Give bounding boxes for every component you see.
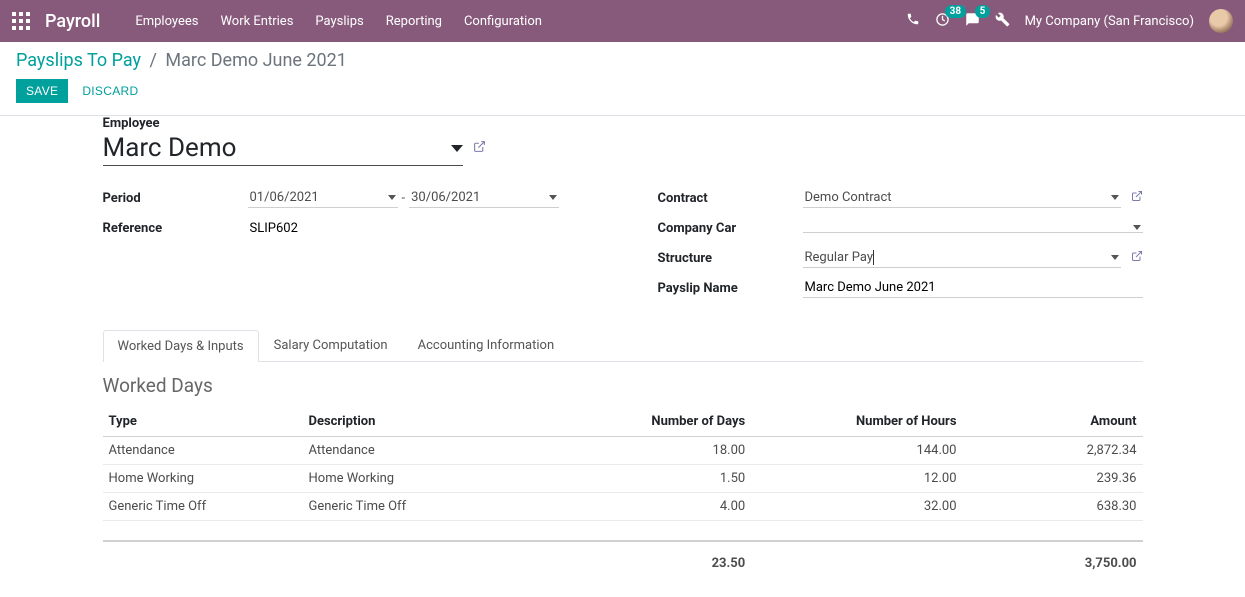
app-brand[interactable]: Payroll <box>45 11 100 32</box>
chevron-down-icon <box>1133 225 1141 230</box>
table-row[interactable]: Home Working Home Working 1.50 12.00 239… <box>103 465 1143 493</box>
period-label: Period <box>103 191 248 206</box>
nav-item-reporting[interactable]: Reporting <box>386 14 442 29</box>
chevron-down-icon <box>549 195 557 200</box>
total-days: 23.50 <box>553 541 752 577</box>
nav-item-payslips[interactable]: Payslips <box>315 14 363 29</box>
navbar: Payroll Employees Work Entries Payslips … <box>0 0 1245 42</box>
reference-field[interactable] <box>248 219 588 238</box>
col-description: Description <box>303 407 553 437</box>
employee-field[interactable]: Marc Demo <box>103 131 463 166</box>
table-row[interactable]: Attendance Attendance 18.00 144.00 2,872… <box>103 437 1143 465</box>
external-link-icon[interactable] <box>473 140 486 157</box>
nav-menu: Employees Work Entries Payslips Reportin… <box>135 14 542 29</box>
contract-label: Contract <box>658 191 803 206</box>
period-to-value: 30/06/2021 <box>411 190 480 205</box>
chevron-down-icon <box>451 145 463 152</box>
table-total-row: 23.50 3,750.00 <box>103 541 1143 577</box>
chevron-down-icon <box>388 195 396 200</box>
worked-days-table: Type Description Number of Days Number o… <box>103 407 1143 577</box>
contract-field[interactable]: Demo Contract <box>803 188 1121 208</box>
discard-button[interactable]: DISCARD <box>72 79 148 103</box>
company-switcher[interactable]: My Company (San Francisco) <box>1025 14 1194 29</box>
total-amount: 3,750.00 <box>963 541 1143 577</box>
save-button[interactable]: SAVE <box>16 79 68 103</box>
messages-badge: 5 <box>975 5 991 18</box>
tabs: Worked Days & Inputs Salary Computation … <box>103 329 1143 362</box>
activity-icon[interactable]: 38 <box>935 12 950 31</box>
period-from-field[interactable]: 01/06/2021 <box>248 188 398 208</box>
period-to-field[interactable]: 30/06/2021 <box>409 188 559 208</box>
breadcrumb-separator: / <box>150 50 157 71</box>
apps-icon[interactable] <box>12 12 30 30</box>
control-panel: Payslips To Pay / Marc Demo June 2021 SA… <box>0 42 1245 116</box>
debug-icon[interactable] <box>995 12 1010 31</box>
col-amount: Amount <box>963 407 1143 437</box>
payslip-name-field[interactable] <box>803 278 1143 298</box>
external-link-icon[interactable] <box>1131 190 1143 206</box>
nav-item-employees[interactable]: Employees <box>135 14 198 29</box>
col-days: Number of Days <box>553 407 752 437</box>
company-car-field[interactable] <box>803 223 1143 233</box>
company-car-label: Company Car <box>658 221 803 236</box>
col-hours: Number of Hours <box>751 407 962 437</box>
tab-salary-computation[interactable]: Salary Computation <box>259 329 403 361</box>
activity-badge: 38 <box>945 5 966 18</box>
nav-right: 38 5 My Company (San Francisco) <box>906 9 1233 33</box>
form-sheet: Employee Marc Demo Period 01/06/2021 <box>83 116 1163 597</box>
structure-field[interactable]: Regular Pay <box>803 248 1121 268</box>
structure-value: Regular Pay <box>805 250 875 265</box>
chevron-down-icon <box>1111 195 1119 200</box>
messages-icon[interactable]: 5 <box>965 12 980 31</box>
chevron-down-icon <box>1111 255 1119 260</box>
contract-value: Demo Contract <box>805 190 892 205</box>
breadcrumb-parent[interactable]: Payslips To Pay <box>16 50 141 71</box>
breadcrumb-current: Marc Demo June 2021 <box>165 50 346 71</box>
nav-item-configuration[interactable]: Configuration <box>464 14 542 29</box>
reference-label: Reference <box>103 221 248 236</box>
structure-label: Structure <box>658 251 803 266</box>
worked-days-title: Worked Days <box>103 374 1143 397</box>
breadcrumb: Payslips To Pay / Marc Demo June 2021 <box>16 50 1229 71</box>
employee-value: Marc Demo <box>103 133 237 163</box>
employee-label: Employee <box>103 116 1143 131</box>
user-avatar[interactable] <box>1209 9 1233 33</box>
nav-item-work-entries[interactable]: Work Entries <box>220 14 293 29</box>
period-separator: - <box>402 191 406 206</box>
tab-accounting-info[interactable]: Accounting Information <box>403 329 570 361</box>
period-from-value: 01/06/2021 <box>250 190 319 205</box>
tab-worked-days[interactable]: Worked Days & Inputs <box>103 330 259 362</box>
phone-icon[interactable] <box>906 12 920 30</box>
external-link-icon[interactable] <box>1131 250 1143 266</box>
col-type: Type <box>103 407 303 437</box>
payslip-name-label: Payslip Name <box>658 281 803 296</box>
table-row[interactable]: Generic Time Off Generic Time Off 4.00 3… <box>103 493 1143 521</box>
